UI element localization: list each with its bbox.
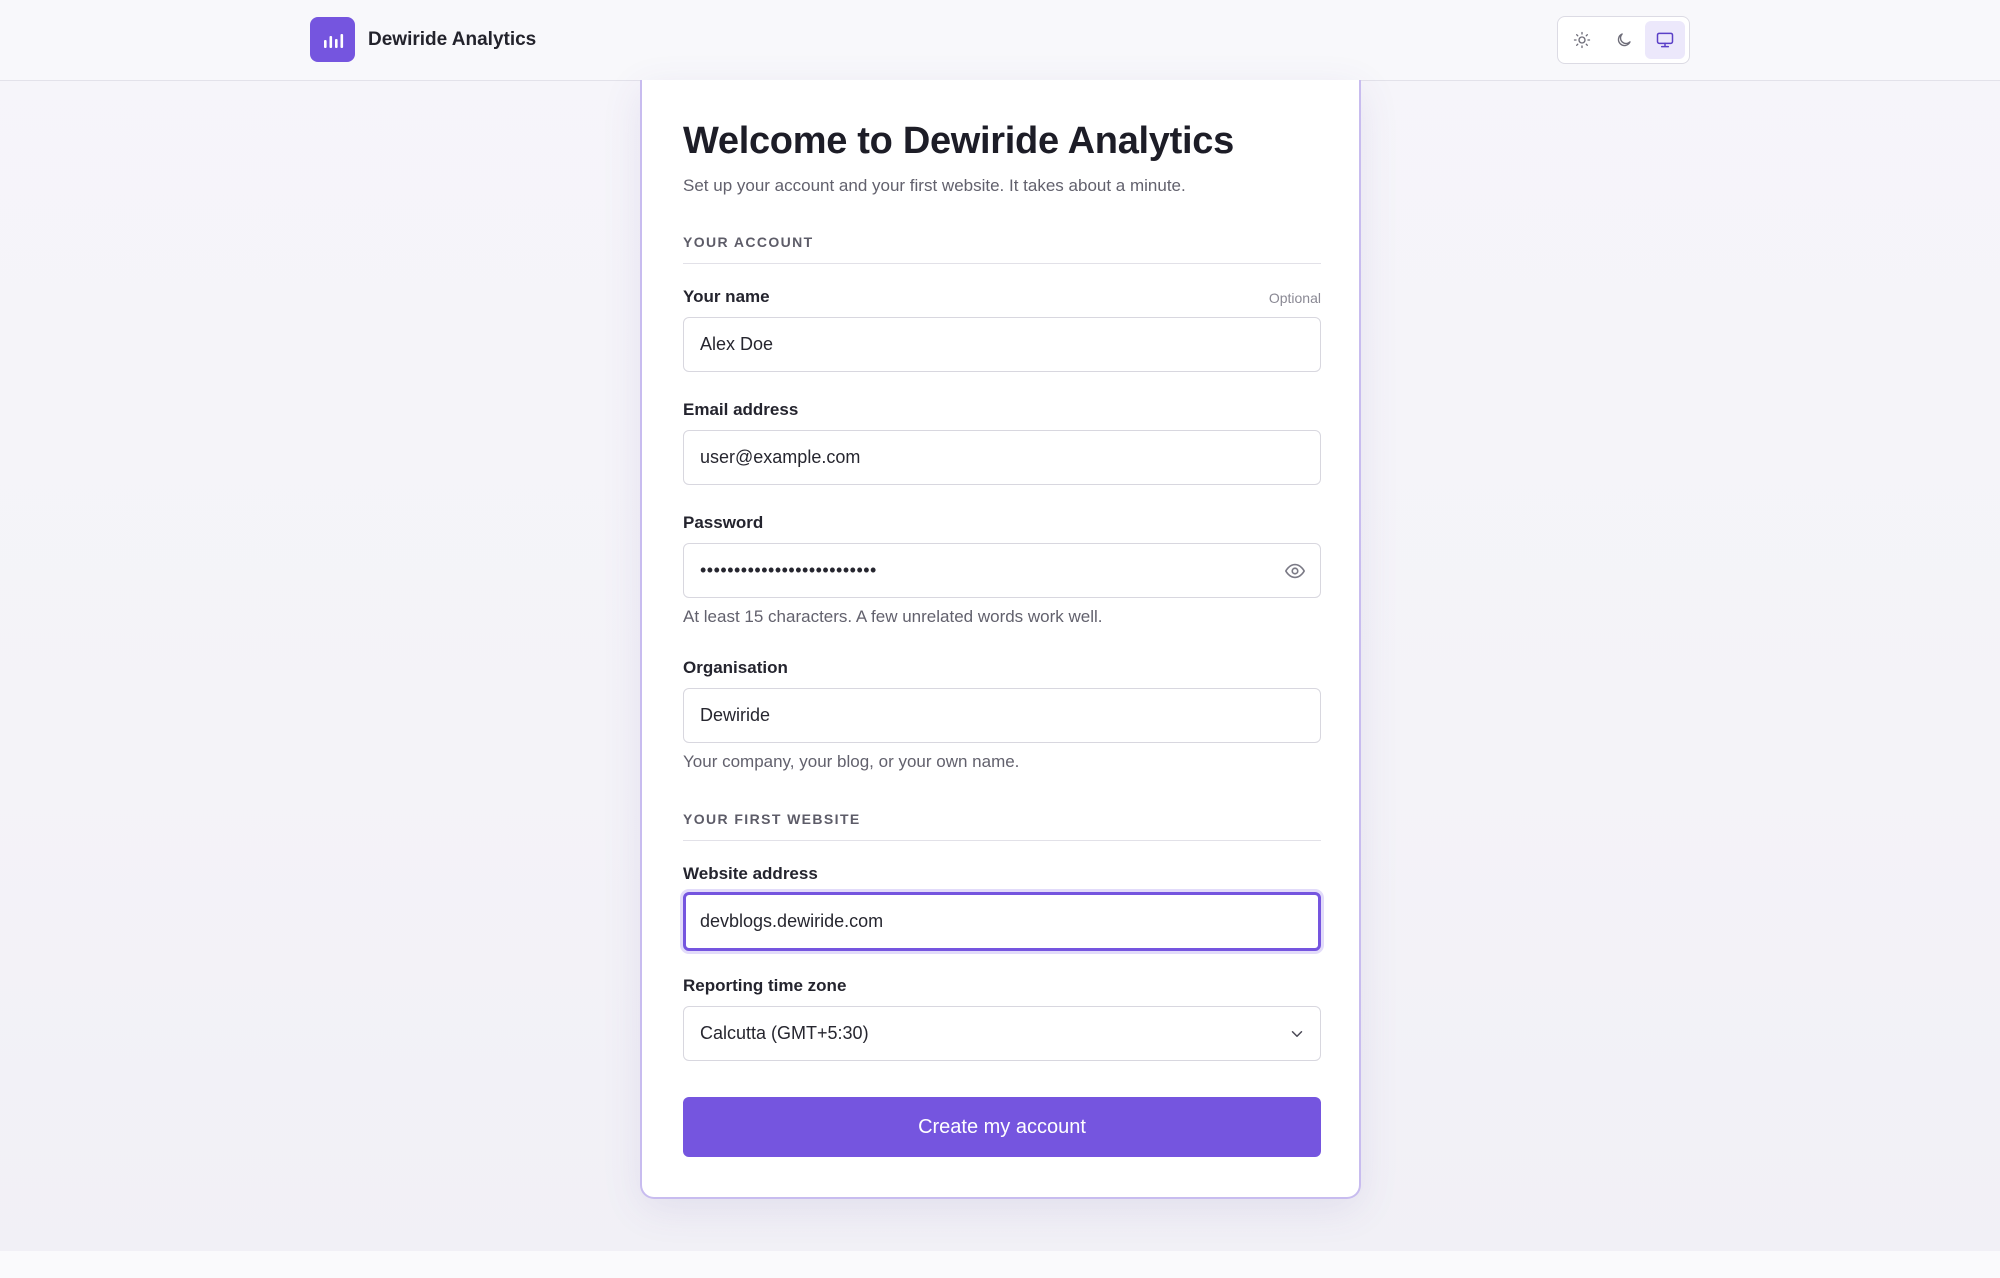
name-label: Your name — [683, 287, 770, 306]
timezone-label: Reporting time zone — [683, 976, 847, 995]
name-input-value: Alex Doe — [700, 334, 774, 354]
organisation-input[interactable]: Dewiride — [683, 688, 1321, 743]
email-label: Email address — [683, 400, 799, 419]
organisation-label: Organisation — [683, 658, 788, 677]
password-help: At least 15 characters. A few unrelated … — [683, 607, 1103, 626]
website-input[interactable]: devblogs.dewiride.com — [683, 892, 1321, 951]
email-input[interactable]: user@example.com — [683, 430, 1321, 485]
chevron-down-icon — [1291, 1031, 1303, 1037]
bar-chart-icon — [310, 17, 355, 62]
theme-dark-button[interactable] — [1604, 21, 1644, 59]
timezone-select[interactable]: Calcutta (GMT+5:30) — [683, 1006, 1321, 1061]
sun-icon — [1573, 31, 1591, 49]
create-account-button[interactable]: Create my account — [683, 1097, 1321, 1157]
optional-hint: Optional — [1268, 290, 1321, 306]
top-bar: Dewiride Analytics — [0, 0, 2000, 81]
website-label: Website address — [683, 864, 818, 883]
timezone-select-value: Calcutta (GMT+5:30) — [700, 1023, 869, 1043]
signup-card: Welcome to Dewiride Analytics Set up you… — [640, 80, 1361, 1199]
organisation-input-value: Dewiride — [700, 705, 771, 725]
section-heading-website: YOUR FIRST WEBSITE — [683, 811, 1321, 841]
eye-icon[interactable] — [1284, 560, 1306, 582]
password-input[interactable]: •••••••••••••••••••••••••• — [683, 543, 1321, 598]
password-label: Password — [683, 513, 764, 532]
section-heading-account: YOUR ACCOUNT — [683, 234, 1321, 264]
brand[interactable]: Dewiride Analytics — [310, 17, 536, 62]
email-input-value: user@example.com — [700, 447, 861, 467]
moon-icon — [1617, 33, 1631, 47]
page-footer-strip — [0, 1251, 2000, 1278]
theme-switcher — [1557, 16, 1690, 64]
organisation-help: Your company, your blog, or your own nam… — [683, 752, 1020, 771]
theme-system-button[interactable] — [1645, 21, 1686, 59]
name-input[interactable]: Alex Doe — [683, 317, 1321, 372]
page-subtitle: Set up your account and your first websi… — [683, 176, 1186, 195]
page-title: Welcome to Dewiride Analytics — [683, 120, 1234, 162]
monitor-icon — [1656, 32, 1674, 48]
website-input-value: devblogs.dewiride.com — [700, 911, 884, 931]
password-input-value: •••••••••••••••••••••••••• — [700, 560, 877, 580]
brand-name: Dewiride Analytics — [368, 28, 537, 50]
theme-light-button[interactable] — [1562, 21, 1602, 59]
